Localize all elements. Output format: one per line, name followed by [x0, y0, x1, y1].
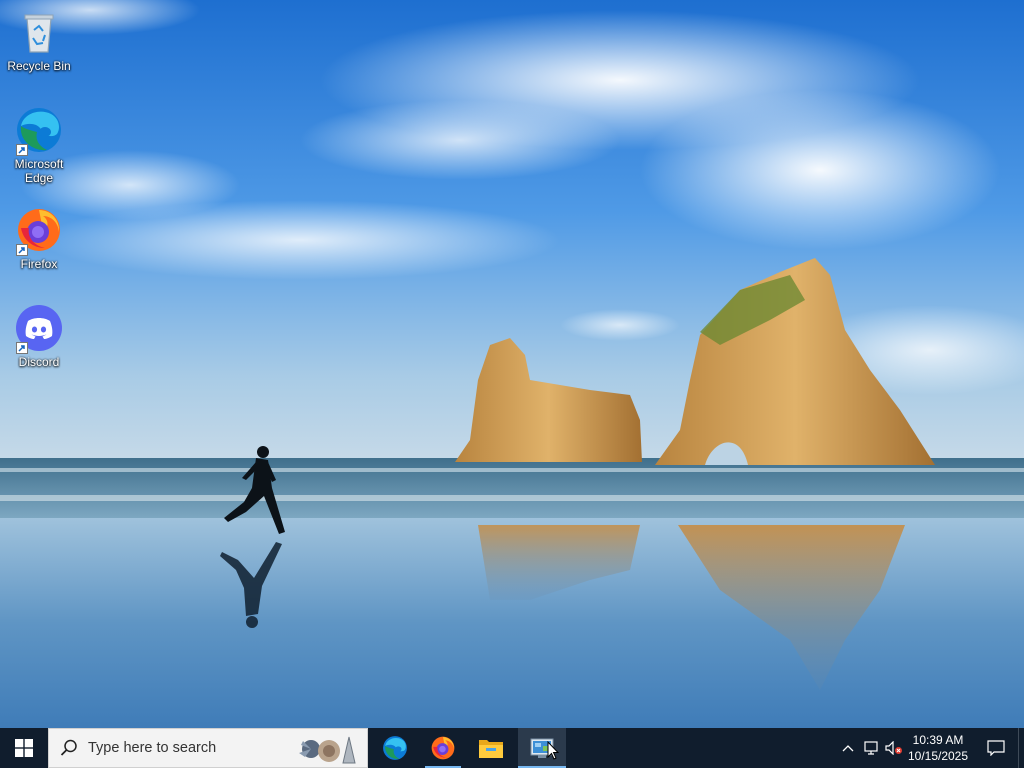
firefox-icon [431, 736, 455, 760]
folder-icon [479, 740, 503, 758]
network-icon[interactable] [860, 728, 884, 768]
recycle-bin-icon [15, 8, 63, 56]
shortcut-arrow-icon [16, 244, 28, 256]
desktop-icon-label: Recycle Bin [7, 59, 71, 73]
desktop-icon-label: Discord [18, 355, 60, 369]
desktop-icon-label: Microsoft Edge [14, 157, 64, 185]
notification-icon[interactable] [978, 728, 1014, 768]
taskbar-firefox-button[interactable] [419, 728, 467, 768]
discord-icon [15, 304, 63, 354]
firefox-icon [15, 206, 63, 256]
shortcut-arrow-icon [16, 342, 28, 354]
desktop-icon-discord[interactable]: Discord [0, 304, 78, 369]
mouse-cursor-icon [547, 741, 559, 760]
clock-time: 10:39 AM [912, 733, 964, 747]
search-highlight-image[interactable] [297, 731, 361, 767]
start-button[interactable] [0, 728, 48, 768]
desktop-icon-label: Firefox [20, 257, 58, 271]
show-desktop-button[interactable] [1018, 728, 1024, 768]
desktop-icon-firefox[interactable]: Firefox [0, 206, 78, 271]
edge-icon [15, 106, 63, 156]
search-input[interactable]: Type here to search [48, 728, 368, 768]
taskbar-edge-button[interactable] [371, 728, 419, 768]
volume-muted-icon[interactable] [882, 728, 906, 768]
clock[interactable]: 10:39 AM 10/15/2025 [904, 728, 972, 768]
clock-date: 10/15/2025 [907, 749, 969, 763]
chevron-up-icon[interactable] [836, 728, 860, 768]
search-icon [60, 739, 77, 756]
desktop-icon-edge[interactable]: Microsoft Edge [0, 106, 78, 185]
desktop-icon-recycle-bin[interactable]: Recycle Bin [0, 8, 78, 73]
taskbar-file-explorer-button[interactable] [467, 728, 515, 768]
taskbar: Type here to search 10:39 AM 10/15/2025 [0, 728, 1024, 768]
windows-logo-icon [15, 739, 33, 757]
search-placeholder: Type here to search [88, 740, 217, 756]
desktop-wallpaper [0, 0, 1024, 728]
edge-icon [383, 736, 407, 760]
shortcut-arrow-icon [16, 144, 28, 156]
